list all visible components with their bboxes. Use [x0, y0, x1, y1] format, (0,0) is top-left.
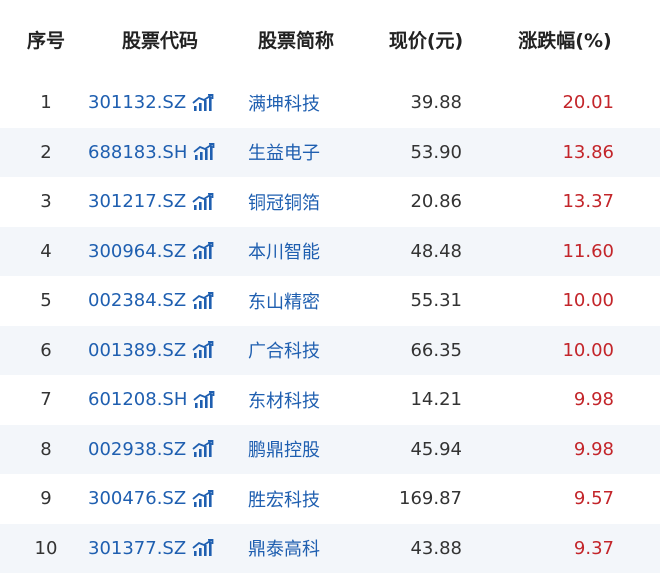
stock-code-link[interactable]: 002938.SZ — [88, 425, 238, 475]
stock-price: 48.48 — [410, 240, 462, 262]
stock-change: 9.98 — [573, 438, 614, 460]
stock-code-text: 300964.SZ — [88, 240, 187, 262]
table-row: 3 301217.SZ 铜冠铜箔 20.86 13.37 — [0, 177, 660, 227]
stock-price: 14.21 — [410, 389, 462, 411]
stock-table: 序号 股票代码 股票简称 现价(元) 涨跌幅(%) 1 301132.SZ 满坤… — [0, 0, 660, 573]
stock-name-link[interactable]: 东材科技 — [248, 375, 358, 425]
row-index: 2 — [40, 141, 52, 163]
stock-name-link[interactable]: 铜冠铜箔 — [248, 177, 358, 227]
stock-code-text: 301377.SZ — [88, 537, 187, 559]
table-row: 4 300964.SZ 本川智能 48.48 11.60 — [0, 226, 660, 277]
stock-code-link[interactable]: 301377.SZ — [88, 524, 238, 573]
stock-name-link[interactable]: 生益电子 — [248, 128, 358, 178]
stock-name-link[interactable]: 东山精密 — [248, 276, 358, 326]
stock-code-text: 688183.SH — [88, 141, 188, 163]
stock-name-link[interactable]: 本川智能 — [248, 227, 358, 277]
stock-price: 55.31 — [410, 290, 462, 312]
stock-price: 20.86 — [410, 191, 462, 213]
stock-price: 43.88 — [410, 537, 462, 559]
stock-name-link[interactable]: 鹏鼎控股 — [248, 425, 358, 475]
row-index: 4 — [40, 240, 52, 262]
stock-code-text: 001389.SZ — [88, 339, 187, 361]
stock-code-link[interactable]: 300964.SZ — [88, 227, 238, 277]
stock-chart-icon[interactable] — [192, 489, 214, 508]
header-change: 涨跌幅(%) — [518, 29, 612, 52]
stock-price: 45.94 — [410, 438, 462, 460]
row-index: 3 — [40, 191, 52, 213]
header-index: 序号 — [26, 29, 65, 52]
header-name: 股票简称 — [257, 29, 334, 52]
row-index: 8 — [40, 438, 52, 460]
row-index: 5 — [40, 290, 52, 312]
stock-name-link[interactable]: 鼎泰高科 — [248, 524, 358, 573]
stock-code-text: 002938.SZ — [88, 438, 187, 460]
stock-code-text: 601208.SH — [88, 389, 188, 411]
stock-change: 11.60 — [562, 240, 614, 262]
stock-change: 10.00 — [562, 290, 614, 312]
stock-code-link[interactable]: 300476.SZ — [88, 474, 238, 524]
stock-code-link[interactable]: 688183.SH — [88, 128, 238, 178]
table-row: 7 601208.SH 东材科技 14.21 9.98 — [0, 375, 660, 425]
stock-code-link[interactable]: 001389.SZ — [88, 326, 238, 376]
stock-chart-icon[interactable] — [192, 93, 214, 112]
table-row: 5 002384.SZ 东山精密 55.31 10.00 — [0, 276, 660, 326]
stock-price: 169.87 — [399, 488, 462, 510]
header-price: 现价(元) — [388, 29, 464, 52]
row-index: 9 — [40, 488, 52, 510]
stock-code-link[interactable]: 301132.SZ — [88, 78, 238, 128]
stock-name-link[interactable]: 胜宏科技 — [248, 474, 358, 524]
stock-code-text: 301132.SZ — [88, 92, 187, 114]
stock-code-link[interactable]: 601208.SH — [88, 375, 238, 425]
stock-price: 39.88 — [410, 92, 462, 114]
stock-code-text: 301217.SZ — [88, 191, 187, 213]
stock-price: 66.35 — [410, 339, 462, 361]
table-body: 1 301132.SZ 满坤科技 39.88 20.01 2 688183.SH — [0, 78, 660, 573]
stock-chart-icon[interactable] — [192, 539, 214, 557]
table-row: 6 001389.SZ 广合科技 66.35 10.00 — [0, 325, 660, 376]
stock-name-link[interactable]: 满坤科技 — [248, 78, 358, 128]
table-row: 8 002938.SZ 鹏鼎控股 45.94 9.98 — [0, 424, 660, 475]
row-index: 1 — [40, 92, 52, 114]
header-code: 股票代码 — [121, 29, 198, 52]
stock-chart-icon[interactable] — [192, 242, 214, 260]
table-row: 1 301132.SZ 满坤科技 39.88 20.01 — [0, 78, 660, 128]
row-index: 10 — [34, 537, 58, 559]
row-index: 6 — [40, 339, 52, 361]
stock-code-link[interactable]: 301217.SZ — [88, 177, 238, 227]
stock-price: 53.90 — [410, 141, 462, 163]
stock-change: 10.00 — [562, 339, 614, 361]
table-row: 10 301377.SZ 鼎泰高科 43.88 9.37 — [0, 523, 660, 573]
stock-chart-icon[interactable] — [192, 192, 214, 211]
stock-change: 13.86 — [562, 141, 614, 163]
table-row: 2 688183.SH 生益电子 53.90 13.86 — [0, 127, 660, 178]
stock-chart-icon[interactable] — [192, 440, 214, 458]
stock-change: 9.98 — [573, 389, 614, 411]
stock-change: 9.37 — [573, 537, 614, 559]
stock-code-text: 300476.SZ — [88, 488, 187, 510]
stock-change: 20.01 — [562, 92, 614, 114]
row-index: 7 — [40, 389, 52, 411]
stock-code-link[interactable]: 002384.SZ — [88, 276, 238, 326]
stock-change: 9.57 — [573, 488, 614, 510]
stock-chart-icon[interactable] — [193, 143, 215, 161]
stock-chart-icon[interactable] — [192, 291, 214, 310]
table-row: 9 300476.SZ 胜宏科技 169.87 9.57 — [0, 474, 660, 524]
stock-chart-icon[interactable] — [192, 341, 214, 359]
table-header: 序号 股票代码 股票简称 现价(元) 涨跌幅(%) — [0, 0, 660, 78]
stock-code-text: 002384.SZ — [88, 290, 187, 312]
stock-change: 13.37 — [562, 191, 614, 213]
stock-name-link[interactable]: 广合科技 — [248, 326, 358, 376]
stock-chart-icon[interactable] — [193, 390, 215, 409]
